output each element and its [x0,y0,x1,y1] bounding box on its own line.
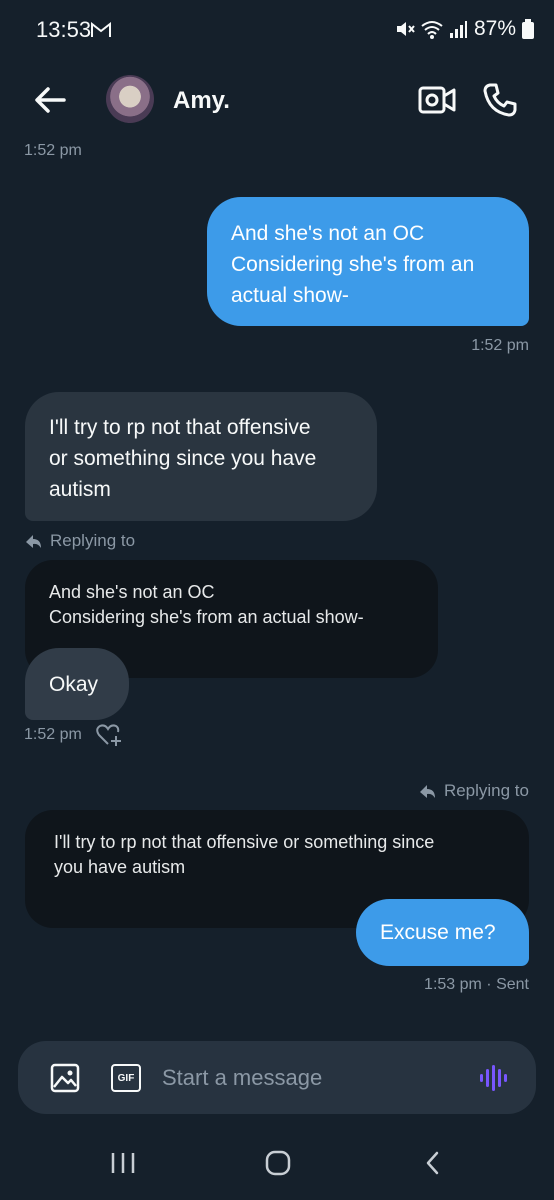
battery-percent: 87% [473,17,516,40]
status-right: 87% [394,17,534,41]
phone-icon[interactable] [482,82,518,118]
back-arrow-icon[interactable] [30,82,70,118]
message-line: autism [49,478,111,501]
replying-to-indicator: Replying to [418,781,529,801]
message-input[interactable] [162,1041,462,1114]
incoming-message[interactable]: I'll try to rp not that offensive or som… [25,392,377,521]
contact-name[interactable]: Amy. [173,87,230,115]
signal-icon [449,21,467,38]
gif-label: GIF [117,1072,135,1084]
replying-to-indicator: Replying to [24,531,135,551]
battery-icon [522,19,534,39]
outgoing-message[interactable]: And she's not an OC Considering she's fr… [207,197,529,326]
timestamp: 1:52 pm [24,142,82,159]
conversation-header: Amy. [0,60,554,140]
message-line: actual show- [231,284,349,307]
message-line: or something since you have [49,447,317,470]
message-line: I'll try to rp not that offensive [49,416,311,439]
image-icon[interactable] [50,1063,80,1093]
video-icon[interactable] [418,85,456,115]
status-time: 13:53 [36,17,92,42]
voice-icon[interactable] [478,1063,510,1093]
quote-line: you have autism [54,857,186,877]
avatar[interactable] [106,75,154,123]
gmail-icon [91,22,111,37]
nav-back-icon[interactable] [423,1150,443,1176]
replying-to-label: Replying to [50,531,136,550]
recent-apps-icon[interactable] [110,1150,136,1176]
gif-icon[interactable]: GIF [111,1064,141,1092]
home-icon[interactable] [264,1150,292,1176]
reply-arrow-icon [419,785,435,798]
replying-to-label: Replying to [443,781,529,800]
message-timestamp: 1:52 pm [24,726,82,743]
quote-line: I'll try to rp not that offensive or som… [54,832,435,852]
message-line: Considering she's from an [231,253,475,276]
reply-arrow-icon [26,535,41,548]
outgoing-message[interactable]: Excuse me? [356,899,529,966]
message-text: Okay [49,673,99,696]
system-navigation-bar [0,1130,554,1200]
message-composer: GIF [18,1041,536,1114]
mute-icon [396,22,415,36]
quote-line: Considering she's from an actual show- [49,607,364,627]
message-line: And she's not an OC [231,222,425,245]
message-text: Excuse me? [380,921,496,944]
heart-add-icon[interactable] [96,723,124,747]
message-timestamp: 1:52 pm [471,337,529,354]
quote-line: And she's not an OC [49,582,215,602]
wifi-icon [421,21,443,39]
message-timestamp: 1:53 pm · Sent [424,976,529,993]
incoming-message[interactable]: Okay [25,648,129,720]
status-bar: 13:53 87% [0,0,554,60]
